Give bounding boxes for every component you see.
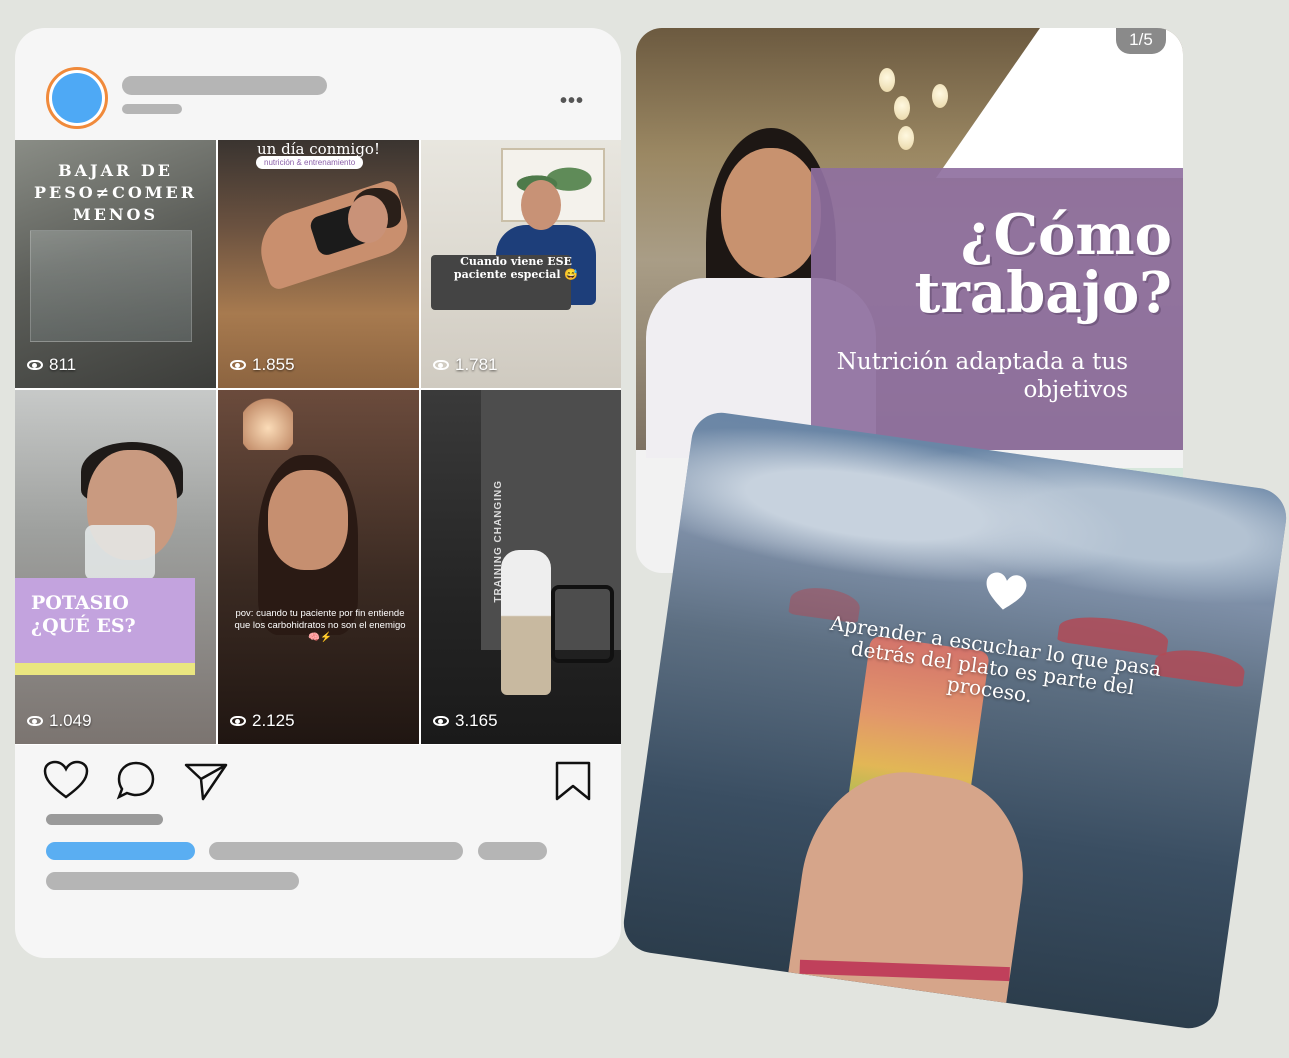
more-options-icon[interactable]: ••• xyxy=(560,90,584,113)
post-5-views: 2.125 xyxy=(230,711,295,731)
post-2-views: 1.855 xyxy=(230,355,295,375)
light-bulb xyxy=(898,126,914,150)
grid-post-4[interactable]: POTASIO ¿QUÉ ES? 1.049 xyxy=(15,390,216,744)
lamp xyxy=(243,395,293,450)
heart-icon xyxy=(986,572,1027,610)
post-4-view-count: 1.049 xyxy=(49,711,92,730)
post-5-view-count: 2.125 xyxy=(252,711,295,730)
glass xyxy=(85,525,155,580)
eye-icon xyxy=(433,716,449,726)
post-3-view-count: 1.781 xyxy=(455,355,498,374)
eye-icon xyxy=(433,360,449,370)
post-6-views: 3.165 xyxy=(433,711,498,731)
hand xyxy=(782,759,1037,1033)
post-title: ¿Cómo trabajo? xyxy=(914,202,1172,326)
eye-icon xyxy=(27,716,43,726)
person-figure xyxy=(501,550,551,695)
comments-placeholder xyxy=(46,872,299,890)
caption-placeholder xyxy=(209,842,463,860)
desk-image xyxy=(30,230,192,342)
grid-post-2[interactable]: un día conmigo! nutrición & entrenamient… xyxy=(218,140,419,388)
post-6-view-count: 3.165 xyxy=(455,711,498,730)
username-link-placeholder[interactable] xyxy=(46,842,195,860)
username-placeholder xyxy=(122,76,327,95)
heart-icon[interactable] xyxy=(43,760,89,800)
caption-placeholder-2 xyxy=(478,842,547,860)
post-1-caption: BAJAR DE PESO≠COMER MENOS xyxy=(34,161,197,224)
person-head xyxy=(268,470,348,570)
person-head xyxy=(348,195,388,243)
profile-avatar[interactable] xyxy=(46,67,108,129)
post-subtitle: Nutrición adaptada a tus objetivos xyxy=(836,349,1128,403)
post-1-view-count: 811 xyxy=(49,355,77,374)
post-2-tag: nutrición & entrenamiento xyxy=(256,156,364,169)
comment-icon[interactable] xyxy=(115,760,157,800)
person-face xyxy=(721,148,821,278)
light-bulb xyxy=(894,96,910,120)
post-3-caption: Cuando viene ESE paciente especial 😅 xyxy=(453,255,579,281)
person-head xyxy=(521,180,561,230)
post-5-caption: pov: cuando tu paciente por fin entiende… xyxy=(234,608,406,643)
post-1-views: 811 xyxy=(27,355,76,375)
subtitle-placeholder xyxy=(122,104,182,114)
exercise-bike xyxy=(551,585,614,663)
eye-icon xyxy=(230,716,246,726)
eye-icon xyxy=(230,360,246,370)
likes-placeholder xyxy=(46,814,163,825)
drink-post[interactable]: Aprender a escuchar lo que pasa detrás d… xyxy=(619,408,1289,1033)
bookmark-icon[interactable] xyxy=(553,760,593,802)
eye-icon xyxy=(27,360,43,370)
post-4-caption: POTASIO ¿QUÉ ES? xyxy=(31,592,136,637)
light-bulb xyxy=(932,84,948,108)
grid-post-6[interactable]: TRAINING CHANGING 3.165 xyxy=(421,390,621,744)
grid-post-5[interactable]: pov: cuando tu paciente por fin entiende… xyxy=(218,390,419,744)
light-bulb xyxy=(879,68,895,92)
grid-post-3[interactable]: Cuando viene ESE paciente especial 😅 1.7… xyxy=(421,140,621,388)
grid-post-1[interactable]: BAJAR DE PESO≠COMER MENOS 811 xyxy=(15,140,216,388)
action-bar xyxy=(43,760,603,802)
post-grid: BAJAR DE PESO≠COMER MENOS 811 un día con… xyxy=(15,140,621,745)
post-4-views: 1.049 xyxy=(27,711,92,731)
share-icon[interactable] xyxy=(183,760,229,802)
post-2-view-count: 1.855 xyxy=(252,355,295,374)
post-4-label-box: POTASIO ¿QUÉ ES? xyxy=(15,578,195,663)
post-3-views: 1.781 xyxy=(433,355,498,375)
carousel-counter: 1/5 xyxy=(1116,28,1166,54)
profile-post-card: ••• BAJAR DE PESO≠COMER MENOS 811 un día… xyxy=(15,28,621,958)
